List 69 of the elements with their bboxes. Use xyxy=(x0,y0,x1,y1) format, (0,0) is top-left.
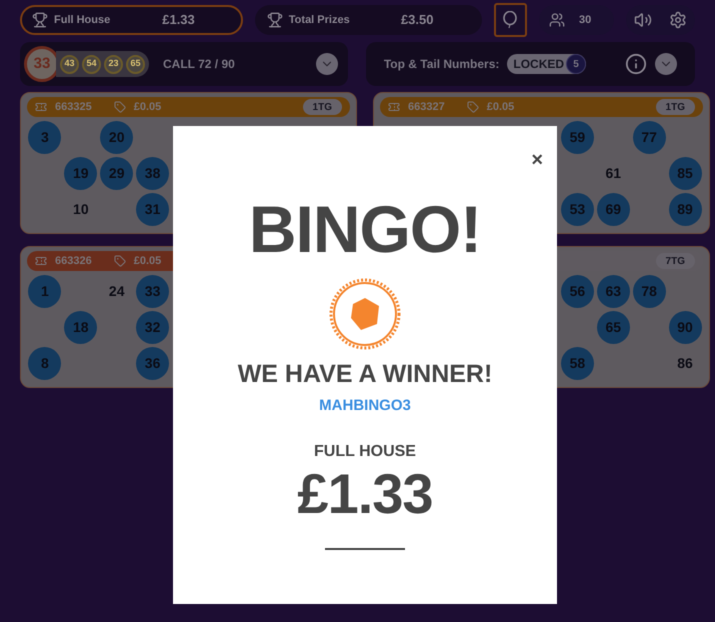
ticket-number: 10 xyxy=(73,200,89,218)
ticket-icon xyxy=(35,255,47,267)
ticket-icon xyxy=(35,101,47,113)
winner-heading: WE HAVE A WINNER! xyxy=(238,362,492,387)
marked-number: 65 xyxy=(596,310,630,344)
ticket-number: 61 xyxy=(605,164,622,182)
ticket-number: 86 xyxy=(677,354,693,372)
marked-number: 33 xyxy=(136,274,170,308)
marked-number: 38 xyxy=(136,156,170,190)
marked-number: 89 xyxy=(668,192,702,226)
marked-number: 29 xyxy=(100,156,134,190)
marked-number: 77 xyxy=(632,120,666,154)
prize-label: Full House xyxy=(54,12,112,28)
marked-number: 1 xyxy=(28,274,62,308)
balloon-icon xyxy=(502,11,518,29)
ticket-id: 663325 xyxy=(55,100,92,115)
locked-count: 5 xyxy=(566,54,586,74)
dialog-title: BINGO! xyxy=(248,196,482,262)
marked-number: 53 xyxy=(560,192,594,226)
ticket-badge: 1TG xyxy=(302,99,342,115)
settings-icon[interactable] xyxy=(668,11,687,29)
prize-amount: £1.33 xyxy=(162,11,195,30)
marked-number: 63 xyxy=(596,274,630,308)
marked-number: 69 xyxy=(596,192,630,226)
ticket-badge: 7TG xyxy=(656,253,695,269)
marked-number: 85 xyxy=(668,156,702,190)
marked-number: 58 xyxy=(560,346,594,380)
marked-number: 3 xyxy=(28,120,62,154)
expand-button[interactable] xyxy=(655,53,677,75)
expand-button[interactable] xyxy=(316,53,338,75)
marked-number: 32 xyxy=(136,310,170,344)
tag-icon xyxy=(114,255,126,267)
trophy-icon xyxy=(266,12,283,28)
marked-number: 8 xyxy=(28,346,62,380)
prize-type: FULL HOUSE xyxy=(314,442,416,462)
top-tail-label: Top & Tail Numbers: xyxy=(384,56,500,73)
ticket-id: 663326 xyxy=(55,254,92,269)
marked-number: 19 xyxy=(64,156,98,190)
marked-number: 31 xyxy=(136,192,170,226)
tag-icon xyxy=(466,101,479,113)
ticket-price: £0.05 xyxy=(134,254,162,269)
marked-number: 18 xyxy=(64,310,98,344)
prize-amount: £3.50 xyxy=(400,11,434,30)
players-count: 30 xyxy=(579,12,592,28)
marked-number: 20 xyxy=(100,120,134,154)
ticket-number: 24 xyxy=(108,282,124,300)
ticket-price: £0.05 xyxy=(134,100,162,115)
ticket-price: £0.05 xyxy=(486,100,514,115)
marked-number: 78 xyxy=(632,274,666,308)
players-icon xyxy=(549,12,566,28)
winner-name: MAHBINGO3 xyxy=(319,396,411,416)
badge-icon xyxy=(327,276,403,352)
prize-label: Total Prizes xyxy=(288,12,351,28)
locked-label: LOCKED xyxy=(513,56,566,73)
info-icon[interactable] xyxy=(625,53,647,75)
prize-amount: £1.33 xyxy=(297,466,433,522)
marked-number: 59 xyxy=(560,120,594,154)
ticket-badge: 1TG xyxy=(656,99,695,115)
balloon-button[interactable] xyxy=(494,3,528,37)
ticket-id: 663327 xyxy=(408,100,445,115)
marked-number: 90 xyxy=(668,310,702,344)
marked-number: 36 xyxy=(136,346,170,380)
marked-number: 56 xyxy=(560,274,594,308)
trophy-icon xyxy=(32,12,48,28)
call-counter: CALL 72 / 90 xyxy=(163,56,236,73)
tag-icon xyxy=(114,101,126,113)
ticket-icon xyxy=(388,101,400,113)
sound-icon[interactable] xyxy=(634,11,652,29)
close-button[interactable]: × xyxy=(531,150,543,170)
